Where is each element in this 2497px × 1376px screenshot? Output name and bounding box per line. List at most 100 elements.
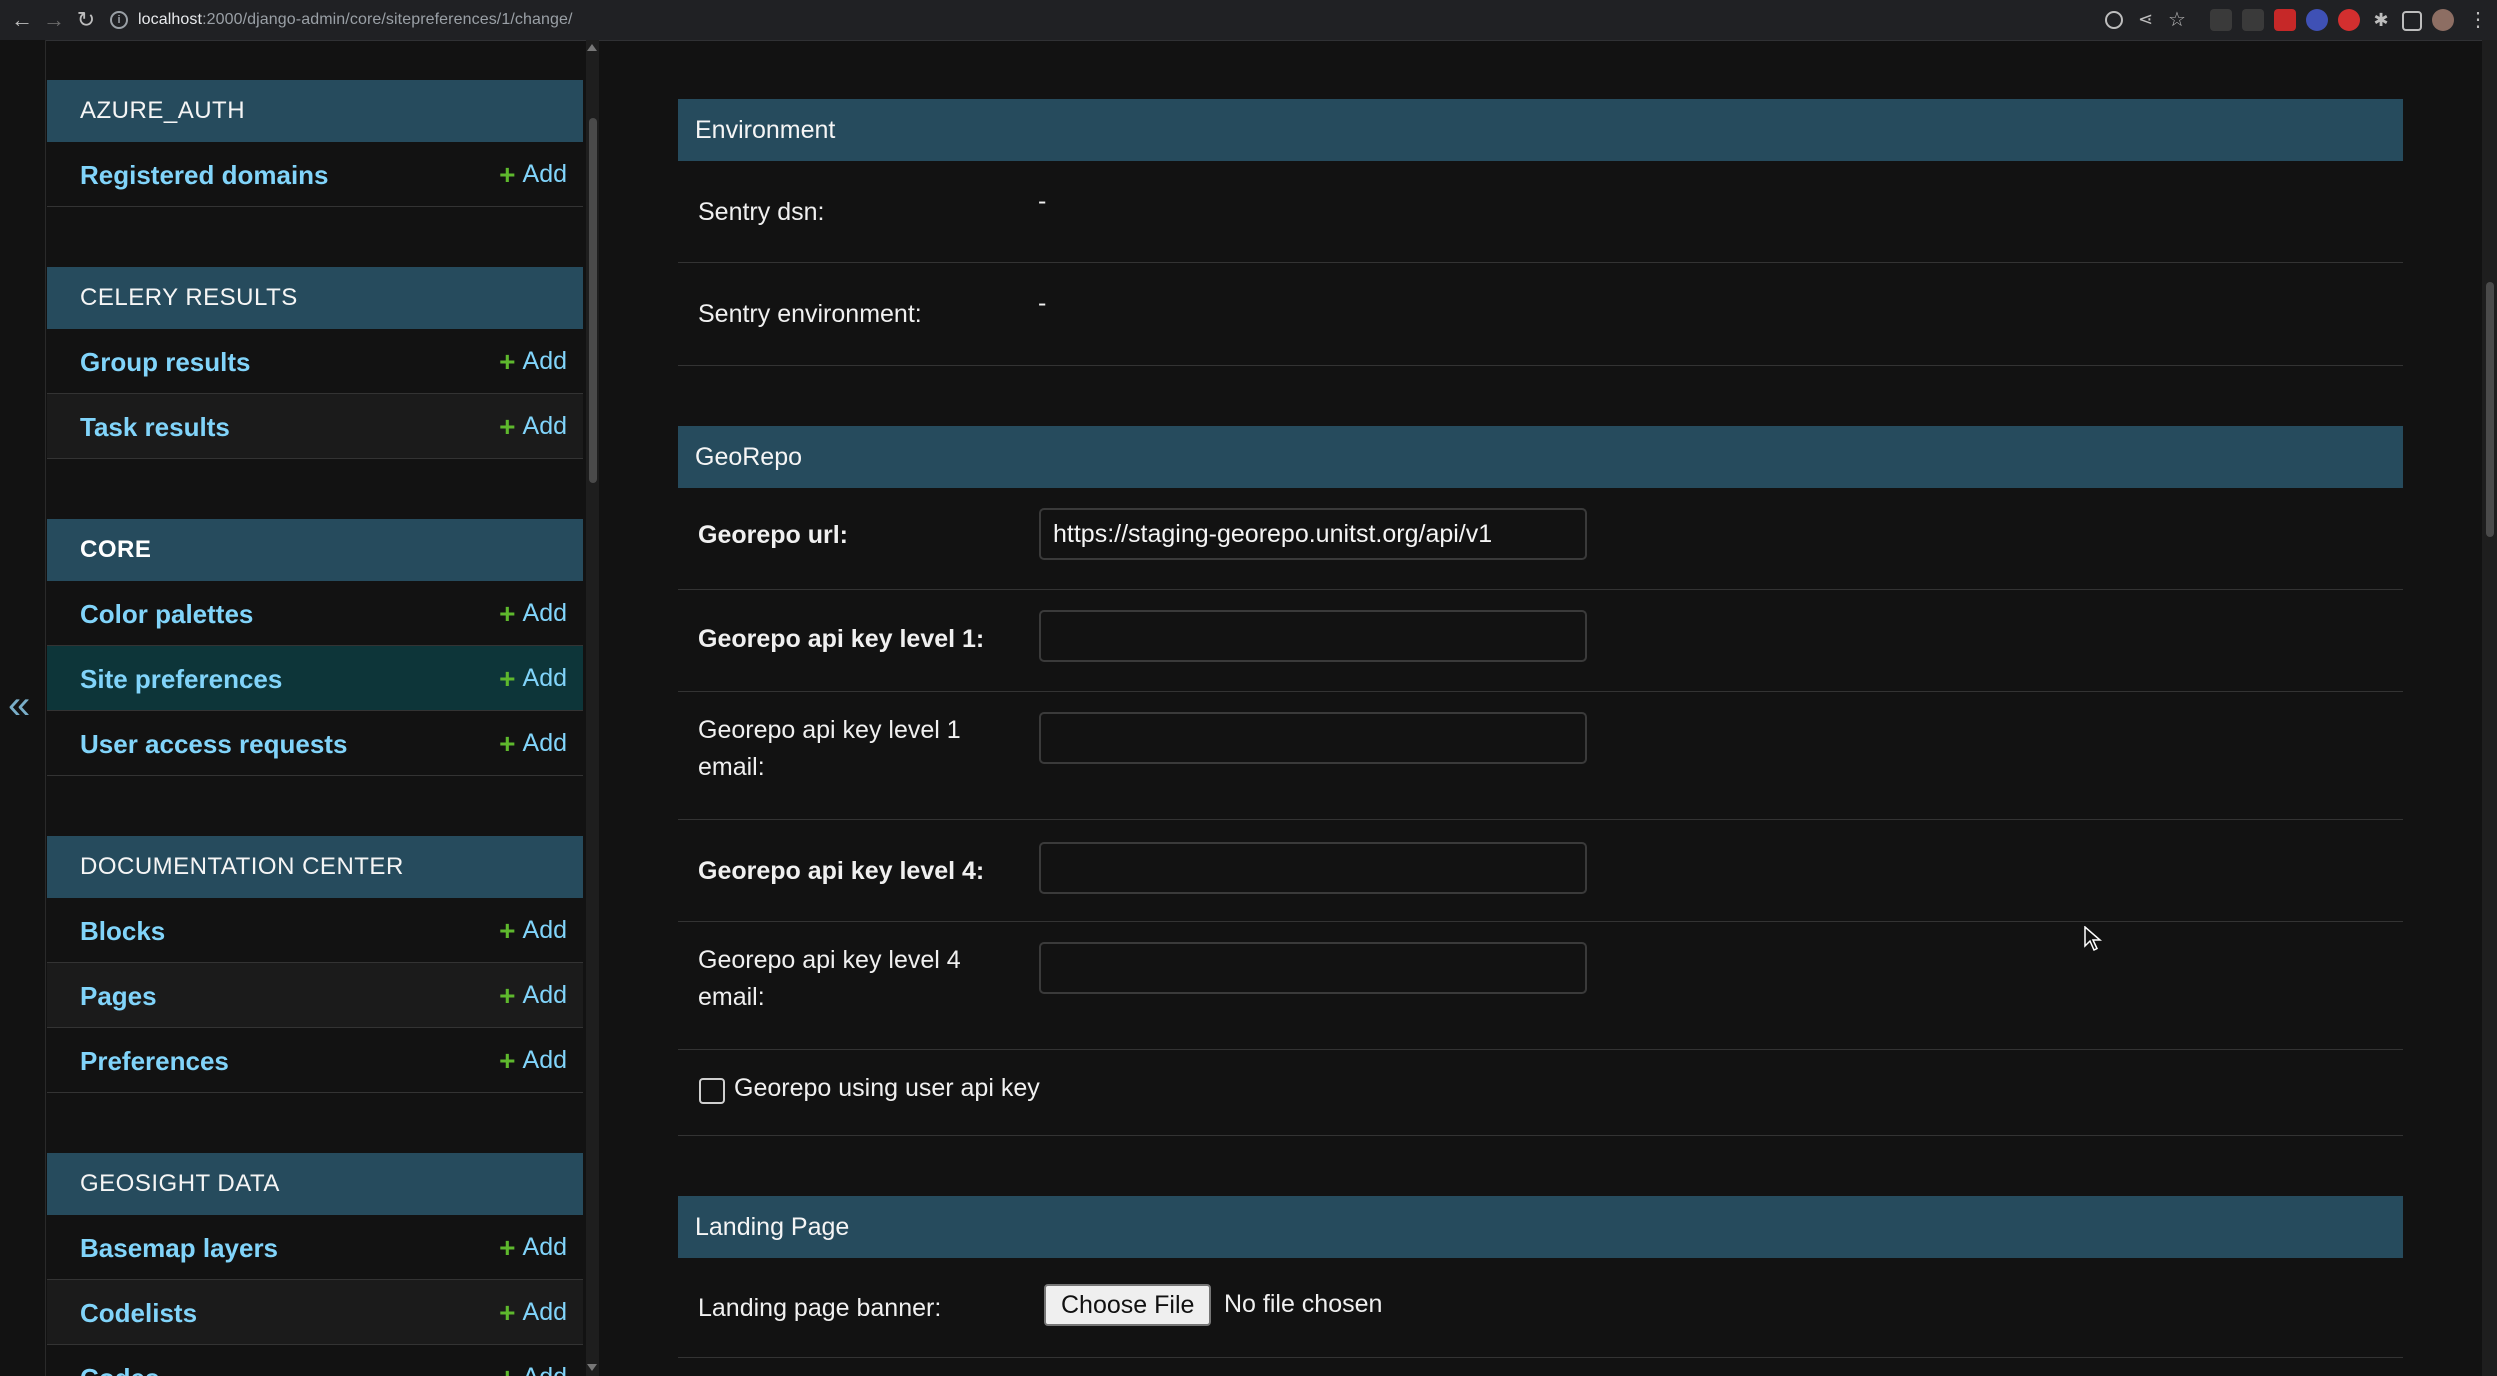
sidebar-item-link[interactable]: Blocks <box>80 916 165 947</box>
address-bar[interactable]: i localhost:2000/django-admin/core/sitep… <box>110 6 573 34</box>
page-scrollbar[interactable] <box>2482 40 2497 1376</box>
field-row-sentry-environment: Sentry environment: - <box>678 263 2403 366</box>
sidebar-item-registered-domains: Registered domains + Add <box>47 142 583 207</box>
module-core: CORE Color palettes + Add Site preference… <box>47 519 583 776</box>
sidebar-item-link[interactable]: Task results <box>80 412 230 443</box>
module-azure-auth: AZURE_AUTH Registered domains + Add <box>47 80 583 207</box>
fieldset-title: Landing Page <box>678 1196 2403 1258</box>
extension-red-icon[interactable] <box>2274 9 2296 31</box>
sentry-environment-value: - <box>1038 289 1047 317</box>
field-row-landing-page-banner: Landing page banner: Choose File No file… <box>678 1258 2403 1358</box>
plus-icon: + <box>499 1297 516 1328</box>
sidebar-item-link[interactable]: Preferences <box>80 1046 229 1077</box>
reload-icon[interactable]: ↻ <box>74 8 98 32</box>
site-info-icon[interactable]: i <box>110 11 128 29</box>
add-button[interactable]: +Add <box>499 981 567 1010</box>
module-caption[interactable]: DOCUMENTATION CENTER <box>47 836 583 898</box>
sidebar-item-link[interactable]: Codes <box>80 1363 159 1376</box>
sidebar-item-site-preferences: Site preferences + Add <box>47 646 583 711</box>
module-celery-results: CELERY RESULTS Group results + Add Task r… <box>47 267 583 459</box>
field-row-sentry-dsn: Sentry dsn: - <box>678 161 2403 263</box>
sidebar-item-codelists: Codelists + Add <box>47 1280 583 1345</box>
plus-icon: + <box>499 346 516 377</box>
bookmark-star-icon[interactable]: ☆ <box>2168 9 2190 31</box>
sidebar-item-link[interactable]: Color palettes <box>80 599 253 630</box>
scroll-down-arrow-icon[interactable] <box>587 1364 597 1371</box>
sidebar-item-blocks: Blocks + Add <box>47 898 583 963</box>
sidebar-item-link[interactable]: User access requests <box>80 729 347 760</box>
field-row-georepo-api-key-level-4: Georepo api key level 4: <box>678 820 2403 922</box>
add-button[interactable]: +Add <box>499 412 567 441</box>
add-button[interactable]: +Add <box>499 1298 567 1327</box>
georepo-api-key-level-4-input[interactable] <box>1039 842 1587 894</box>
module-caption[interactable]: CORE <box>47 519 583 581</box>
plus-icon: + <box>499 915 516 946</box>
mouse-cursor-icon <box>2084 926 2103 952</box>
plus-icon: + <box>499 411 516 442</box>
share-icon[interactable]: ⋖ <box>2138 9 2160 31</box>
sidebar-item-pages: Pages + Add <box>47 963 583 1028</box>
choose-file-button[interactable]: Choose File <box>1044 1284 1212 1326</box>
add-button[interactable]: +Add <box>499 664 567 693</box>
add-button[interactable]: +Add <box>499 347 567 376</box>
landing-page-banner-label: Landing page banner: <box>698 1294 942 1322</box>
fieldset-title: Environment <box>678 99 2403 161</box>
fieldset-environment: Environment Sentry dsn: - Sentry environ… <box>678 99 2403 366</box>
georepo-api-key-level-4-label: Georepo api key level 4: <box>698 857 985 885</box>
add-button[interactable]: +Add <box>499 1233 567 1262</box>
browser-toolbar: ← → ↻ i localhost:2000/django-admin/core… <box>0 0 2497 41</box>
module-geosight-data: GEOSIGHT DATA Basemap layers + Add Codeli… <box>47 1153 583 1376</box>
georepo-api-key-level-1-email-input[interactable] <box>1039 712 1587 764</box>
file-status-text: No file chosen <box>1224 1290 1383 1318</box>
georepo-api-key-level-1-email-label: Georepo api key level 1 email: <box>698 716 961 781</box>
module-caption[interactable]: GEOSIGHT DATA <box>47 1153 583 1215</box>
plus-icon: + <box>499 1232 516 1263</box>
puzzle-icon[interactable]: ✱ <box>2370 9 2392 31</box>
extension-pen-icon[interactable] <box>2210 9 2232 31</box>
sidebar-item-preferences: Preferences + Add <box>47 1028 583 1093</box>
forward-icon[interactable]: → <box>42 8 66 32</box>
module-caption[interactable]: CELERY RESULTS <box>47 267 583 329</box>
add-button[interactable]: +Add <box>499 1363 567 1376</box>
sentry-dsn-value: - <box>1038 187 1047 215</box>
plus-icon: + <box>499 159 516 190</box>
avatar[interactable] <box>2432 9 2454 31</box>
extension-blue-icon[interactable] <box>2306 9 2328 31</box>
add-button[interactable]: +Add <box>499 916 567 945</box>
add-button[interactable]: +Add <box>499 599 567 628</box>
sidebar-item-link[interactable]: Pages <box>80 981 157 1012</box>
zoom-icon[interactable] <box>2105 11 2123 29</box>
page-scrollbar-thumb[interactable] <box>2486 282 2494 537</box>
add-button[interactable]: +Add <box>499 729 567 758</box>
back-icon[interactable]: ← <box>10 8 34 32</box>
fieldset-landing-page: Landing Page Landing page banner: Choose… <box>678 1196 2403 1358</box>
field-row-georepo-using-user-api-key: Georepo using user api key <box>678 1050 2403 1136</box>
add-button[interactable]: +Add <box>499 160 567 189</box>
sidebar: AZURE_AUTH Registered domains + Add CELER… <box>47 40 583 1376</box>
georepo-using-user-api-key-checkbox[interactable] <box>699 1078 725 1104</box>
add-button[interactable]: +Add <box>499 1046 567 1075</box>
module-documentation-center: DOCUMENTATION CENTER Blocks + Add Pages +… <box>47 836 583 1093</box>
sidebar-item-link[interactable]: Basemap layers <box>80 1233 278 1264</box>
sidebar-toggle[interactable]: « <box>0 40 46 1376</box>
georepo-url-label: Georepo url: <box>698 521 849 549</box>
sidebar-item-color-palettes: Color palettes + Add <box>47 581 583 646</box>
extension-record-icon[interactable] <box>2338 9 2360 31</box>
menu-kebab-icon[interactable]: ⋮ <box>2468 9 2490 31</box>
sidebar-item-link[interactable]: Site preferences <box>80 664 282 695</box>
field-row-georepo-url: Georepo url: <box>678 488 2403 590</box>
sidebar-scrollbar-thumb[interactable] <box>589 118 597 483</box>
sidebar-item-link[interactable]: Registered domains <box>80 160 329 191</box>
georepo-api-key-level-4-email-input[interactable] <box>1039 942 1587 994</box>
sidebar-item-link[interactable]: Group results <box>80 347 250 378</box>
georepo-url-input[interactable] <box>1039 508 1587 560</box>
plus-icon: + <box>499 1364 515 1376</box>
georepo-using-user-api-key-label[interactable]: Georepo using user api key <box>734 1074 1040 1103</box>
module-caption[interactable]: AZURE_AUTH <box>47 80 583 142</box>
sidebar-item-link[interactable]: Codelists <box>80 1298 197 1329</box>
georepo-api-key-level-1-input[interactable] <box>1039 610 1587 662</box>
scroll-up-arrow-icon[interactable] <box>587 44 597 51</box>
extension-icon[interactable] <box>2242 9 2264 31</box>
sentry-environment-label: Sentry environment: <box>698 300 922 328</box>
side-panel-icon[interactable] <box>2402 11 2422 31</box>
